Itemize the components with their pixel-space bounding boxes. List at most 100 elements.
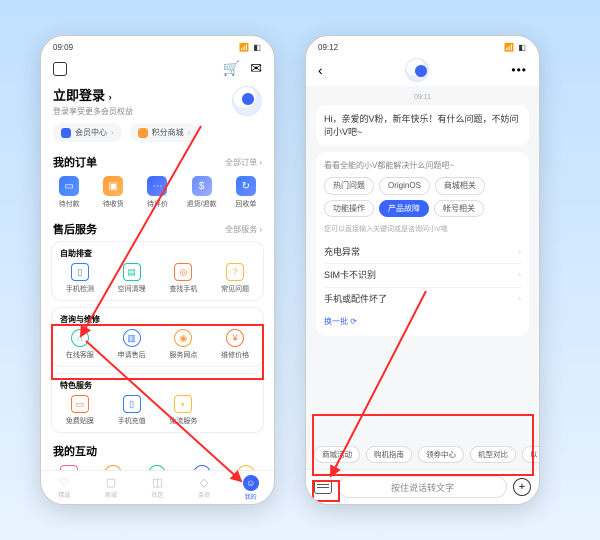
free-data[interactable]: ◐免流服务 [158, 395, 210, 426]
faq-sim[interactable]: SIM卡不识别› [324, 264, 521, 288]
tab-mine[interactable]: ☺我的 [227, 471, 274, 504]
chip-mall[interactable]: 商城相关 [435, 177, 485, 194]
status-bar: 09:12 📶 ◧ [306, 36, 539, 54]
order-refund[interactable]: $退货/退款 [180, 176, 224, 209]
broom-icon: ▤ [123, 263, 141, 281]
quick-coupon[interactable]: 领券中心 [418, 446, 464, 463]
member-icon [61, 128, 71, 138]
quick-mall-activity[interactable]: 商城活动 [314, 446, 360, 463]
find-phone[interactable]: ◎查找手机 [158, 263, 210, 294]
plus-button[interactable]: + [513, 478, 531, 496]
data-icon: ◐ [174, 395, 192, 413]
input-bar: 按住说话转文字 + [306, 469, 539, 504]
chat-screen: 09:12 📶 ◧ ‹ ••• 09:11 Hi，亲爱的V粉，新年快乐！有什么问… [305, 35, 540, 505]
orders-heading: 我的订单 [53, 154, 97, 170]
message-icon[interactable]: ✉ [250, 60, 262, 77]
tab-featured[interactable]: ♡精选 [41, 471, 88, 504]
order-recycle[interactable]: ↻回收单 [224, 176, 268, 209]
chip-account[interactable]: 帐号相关 [434, 200, 484, 217]
consult-repair-group: 咨询与维修 ∩在线客服 ▥申请售后 ◉服务网点 ¥维修价格 [51, 307, 264, 367]
storage-clean[interactable]: ▤空间清理 [106, 263, 158, 294]
refresh-button[interactable]: 换一批 ⟳ [324, 316, 521, 327]
login-row[interactable]: 立即登录 › 登录享受更多会员权益 [41, 83, 274, 123]
chat-icon: ⋯ [147, 176, 167, 196]
cart-icon[interactable]: 🛒 [223, 60, 240, 77]
free-film[interactable]: ▭免费贴膜 [54, 395, 106, 426]
phone-recharge[interactable]: ▯手机充值 [106, 395, 158, 426]
back-button[interactable]: ‹ [318, 62, 323, 78]
order-pending-receive[interactable]: ▣待收货 [91, 176, 135, 209]
user-icon: ☺ [243, 475, 259, 491]
tab-community[interactable]: ◫社区 [134, 471, 181, 504]
all-orders-link[interactable]: 全部订单 › [225, 157, 262, 168]
recycle-icon: ↻ [236, 176, 256, 196]
self-check-group: 自助排查 ▯手机检测 ▤空间清理 ◎查找手机 ?常见问题 [51, 241, 264, 301]
bottom-tabbar: ♡精选 ▢商城 ◫社区 ◇会员 ☺我的 [41, 470, 274, 504]
price-icon: ¥ [226, 329, 244, 347]
repair-price[interactable]: ¥维修价格 [209, 329, 261, 360]
phone-check[interactable]: ▯手机检测 [54, 263, 106, 294]
skills-bubble: 看看全能的小V都能解决什么问题吧~ 热门问题 OriginOS 商城相关 功能操… [316, 152, 529, 335]
chip-hot[interactable]: 热门问题 [324, 177, 374, 194]
category-chips: 热门问题 OriginOS 商城相关 功能操作 产品故障 帐号相关 [324, 177, 521, 216]
login-subtitle: 登录享受更多会员权益 [53, 106, 133, 117]
coin-icon [138, 128, 148, 138]
recharge-icon: ▯ [123, 395, 141, 413]
profile-screen: 09:09 📶 ◧ 🛒 ✉ 立即登录 › 登录享受更多会员权益 会员中心› 积分… [40, 35, 275, 505]
quick-entry-row[interactable]: 商城活动 购机指南 领券中心 机型对比 以 [306, 440, 539, 469]
quick-more[interactable]: 以 [522, 446, 539, 463]
wallet-icon: ▭ [59, 176, 79, 196]
faq-charging[interactable]: 充电异常› [324, 241, 521, 265]
diamond-icon: ◇ [200, 476, 208, 489]
bot-avatar-icon[interactable] [405, 58, 429, 82]
faq-broken[interactable]: 手机或配件坏了› [324, 288, 521, 311]
film-icon: ▭ [71, 395, 89, 413]
tab-member[interactable]: ◇会员 [181, 471, 228, 504]
member-center-button[interactable]: 会员中心› [53, 123, 122, 142]
avatar-icon[interactable] [232, 86, 262, 116]
headset-icon: ∩ [71, 329, 89, 347]
greeting-bubble: Hi，亲爱的V粉，新年快乐！有什么问题，不妨问问小V吧~ [316, 105, 529, 146]
keyboard-icon[interactable] [314, 480, 332, 494]
quick-buy-guide[interactable]: 购机指南 [366, 446, 412, 463]
service-centers[interactable]: ◉服务网点 [158, 329, 210, 360]
chip-function[interactable]: 功能操作 [324, 200, 374, 217]
phone-icon: ▯ [71, 263, 89, 281]
status-icons: 📶 ◧ [504, 43, 527, 52]
locate-icon: ◎ [174, 263, 192, 281]
order-pending-review[interactable]: ⋯待评价 [135, 176, 179, 209]
points-mall-button[interactable]: 积分商城› [130, 123, 199, 142]
special-services-group: 特色服务 ▭免费贴膜 ▯手机充值 ◐免流服务 [51, 373, 264, 433]
aftersale-heading: 售后服务 [53, 221, 97, 237]
voice-input-button[interactable]: 按住说话转文字 [338, 476, 507, 498]
all-services-link[interactable]: 全部服务 › [225, 224, 262, 235]
chat-timestamp: 09:11 [316, 94, 529, 101]
top-bar: 🛒 ✉ [41, 54, 274, 83]
chat-header: ‹ ••• [306, 54, 539, 86]
order-shortcuts: ▭待付款 ▣待收货 ⋯待评价 $退货/退款 ↻回收单 [41, 174, 274, 217]
question-icon: ? [226, 263, 244, 281]
status-bar: 09:09 📶 ◧ [41, 36, 274, 54]
refund-icon: $ [192, 176, 212, 196]
grid-icon: ◫ [152, 476, 162, 489]
faq[interactable]: ?常见问题 [209, 263, 261, 294]
heart-icon: ♡ [59, 476, 69, 489]
status-time: 09:09 [53, 43, 73, 52]
apply-aftersale[interactable]: ▥申请售后 [106, 329, 158, 360]
chip-originos[interactable]: OriginOS [379, 177, 430, 194]
box-icon: ▣ [103, 176, 123, 196]
status-icons: 📶 ◧ [239, 43, 262, 52]
pin-icon: ◉ [174, 329, 192, 347]
online-service[interactable]: ∩在线客服 [54, 329, 106, 360]
tab-shop[interactable]: ▢商城 [88, 471, 135, 504]
more-button[interactable]: ••• [511, 63, 527, 77]
quick-compare[interactable]: 机型对比 [470, 446, 516, 463]
status-time: 09:12 [318, 43, 338, 52]
login-title: 立即登录 › [53, 85, 133, 104]
order-pending-pay[interactable]: ▭待付款 [47, 176, 91, 209]
chip-fault[interactable]: 产品故障 [379, 200, 429, 217]
settings-icon[interactable] [53, 62, 67, 76]
form-icon: ▥ [123, 329, 141, 347]
bag-icon: ▢ [106, 476, 116, 489]
interact-heading: 我的互动 [53, 443, 97, 459]
